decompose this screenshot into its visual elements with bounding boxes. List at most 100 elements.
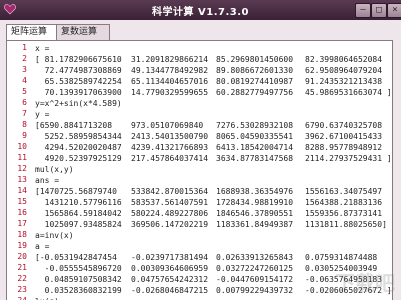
line-number: 12 xyxy=(17,164,27,173)
code-text: a = xyxy=(35,242,50,251)
line-number: 21 xyxy=(17,263,27,272)
line-number: 7 xyxy=(22,109,27,118)
matrix-cell: 0.02633913265843 xyxy=(216,253,294,262)
code-line[interactable]: a = xyxy=(35,241,390,252)
code-line[interactable]: ans = xyxy=(35,175,390,186)
matrix-cell: 2114.27937529431 ] xyxy=(305,154,392,163)
matrix-cell: 1025097.93485824 xyxy=(35,220,122,229)
matrix-cell: 1556163.34075497 xyxy=(305,187,383,196)
maximize-button[interactable]: □ xyxy=(371,3,387,18)
code-line[interactable]: 72.4774987308869 49.1344778492982 89.80866… xyxy=(35,65,390,76)
tab-complex[interactable]: 复数运算 xyxy=(56,24,110,40)
tab-matrix[interactable]: 矩阵运算 xyxy=(6,24,62,41)
line-number: 23 xyxy=(17,285,27,294)
matrix-cell: 217.457864037414 xyxy=(131,154,209,163)
code-line[interactable]: [1470725.56879740 533842.870015364 1688938… xyxy=(35,186,390,197)
matrix-cell: 533842.870015364 xyxy=(131,187,209,196)
code-line[interactable]: [ 81.1782906675610 31.2091829866214 85.296… xyxy=(35,54,390,65)
matrix-cell: -0.0268046847215 xyxy=(131,286,209,295)
code-text: ans = xyxy=(35,176,60,185)
code-line[interactable]: [-0.0531942847454 -0.0239717381494 0.02633… xyxy=(35,252,390,263)
line-number: 8 xyxy=(22,120,27,129)
matrix-cell: 8288.95778948912 xyxy=(305,143,383,152)
code-text: lu(a) xyxy=(35,296,59,300)
code-line[interactable]: y = xyxy=(35,109,390,120)
code-line[interactable]: 70.1393917063900 14.7790329599655 60.28827… xyxy=(35,87,392,98)
matrix-cell: 4920.52397925129 xyxy=(35,154,122,163)
code-line[interactable]: 4294.52020020487 4239.41321766893 6413.185… xyxy=(35,142,390,153)
matrix-cell: 580224.489227806 xyxy=(131,209,209,218)
matrix-cell: 0.0759314874488 xyxy=(305,253,378,262)
matrix-cell: 65.5382589742254 xyxy=(35,77,122,86)
matrix-cell: 72.4774987308869 xyxy=(35,66,122,75)
matrix-cell: 4239.41321766893 xyxy=(131,143,209,152)
line-number: 6 xyxy=(22,98,27,107)
matrix-cell: 89.8086672601330 xyxy=(216,66,294,75)
matrix-cell: 7276.53028932108 xyxy=(216,121,294,130)
matrix-cell: 3634.87783147568 xyxy=(216,154,294,163)
matrix-cell: [-0.0531942847454 xyxy=(35,253,117,262)
line-number: 4 xyxy=(22,76,27,85)
line-number: 15 xyxy=(17,197,27,206)
matrix-cell: 1183361.84949387 xyxy=(216,220,294,229)
matrix-cell: 1846546.37890551 xyxy=(216,209,294,218)
code-line[interactable]: 1025097.93485824 369506.147202219 1183361.… xyxy=(35,219,390,230)
code-line[interactable]: 65.5382589742254 65.1134404657016 80.08192… xyxy=(35,76,390,87)
matrix-cell: 45.9869531663074 ] xyxy=(305,88,392,97)
matrix-cell: 70.1393917063900 xyxy=(35,88,122,97)
matrix-cell: 973.05107069840 xyxy=(131,121,204,130)
code-text: mul(x,y) xyxy=(35,165,74,174)
code-line[interactable]: 1431210.57796116 583537.561407591 1728434.… xyxy=(35,197,390,208)
line-number: 5 xyxy=(22,87,27,96)
line-number: 14 xyxy=(17,186,27,195)
matrix-cell: 1131811.88025650] xyxy=(305,220,387,229)
matrix-cell: 0.00309364606959 xyxy=(131,264,209,273)
matrix-cell: -0.0555545896720 xyxy=(35,264,122,273)
line-number: 11 xyxy=(17,153,27,162)
matrix-cell: 60.2882779497756 xyxy=(216,88,294,97)
matrix-cell: [ 81.1782906675610 xyxy=(35,55,122,64)
code-line[interactable]: mul(x,y) xyxy=(35,164,390,175)
line-number: 24 xyxy=(7,296,27,300)
app-window: 科学计算 V1.7.3.0 – □ × 矩阵运算 复数运算 1234567891… xyxy=(0,0,401,300)
code-line[interactable]: y=x^2+sin(x*4.589) xyxy=(35,98,390,109)
code-editor[interactable]: 123456789101112131415161718192021222324 … xyxy=(6,40,393,300)
vertical-scrollbar[interactable] xyxy=(394,40,400,300)
matrix-cell: 6790.63740325708 xyxy=(305,121,383,130)
matrix-cell: 1688938.36354976 xyxy=(216,187,294,196)
matrix-cell: 8065.04590335541 xyxy=(216,132,294,141)
matrix-cell: 0.04859107508342 xyxy=(35,275,122,284)
matrix-cell: 583537.561407591 xyxy=(131,198,209,207)
watermark-logo: 下载吧 xyxy=(335,271,395,295)
matrix-cell: 91.2435321213438 xyxy=(305,77,383,86)
matrix-cell: 2413.54013500790 xyxy=(131,132,209,141)
code-line[interactable]: lu(a) xyxy=(35,296,390,300)
code-line[interactable]: a=inv(x) xyxy=(35,230,390,241)
matrix-cell: [6590.8841713208 xyxy=(35,121,113,130)
code-text: x = xyxy=(35,44,50,53)
code-line[interactable]: [6590.8841713208 973.05107069840 7276.5302… xyxy=(35,120,390,131)
window-title: 科学计算 V1.7.3.0 xyxy=(152,7,249,18)
close-button[interactable]: × xyxy=(387,3,401,18)
matrix-cell: 62.9508964079204 xyxy=(305,66,383,75)
line-number: 20 xyxy=(17,252,27,261)
line-number: 13 xyxy=(17,175,27,184)
matrix-cell: 3962.67100415433 xyxy=(305,132,383,141)
matrix-cell: 31.2091829866214 xyxy=(131,55,209,64)
code-line[interactable]: x = xyxy=(35,43,390,54)
code-line[interactable]: 1565864.59184042 580224.489227806 1846546.… xyxy=(35,208,390,219)
line-number: 16 xyxy=(17,208,27,217)
editor-content[interactable]: x = [ 81.1782906675610 31.2091829866214 85.… xyxy=(33,41,392,300)
line-number: 9 xyxy=(22,131,27,140)
title-bar[interactable]: 科学计算 V1.7.3.0 – □ × xyxy=(0,0,401,20)
code-line[interactable]: 5252.58959854344 2413.54013500790 8065.045… xyxy=(35,131,390,142)
matrix-cell: 85.2969801450600 xyxy=(216,55,294,64)
matrix-cell: 4294.52020020487 xyxy=(35,143,122,152)
minimize-button[interactable]: – xyxy=(355,3,371,18)
matrix-cell: 49.1344778492982 xyxy=(131,66,209,75)
line-number: 17 xyxy=(17,219,27,228)
matrix-cell: 5252.58959854344 xyxy=(35,132,122,141)
matrix-cell: 1559356.87373141 xyxy=(305,209,383,218)
code-line[interactable]: 4920.52397925129 217.457864037414 3634.877… xyxy=(35,153,392,164)
matrix-cell: 14.7790329599655 xyxy=(131,88,209,97)
